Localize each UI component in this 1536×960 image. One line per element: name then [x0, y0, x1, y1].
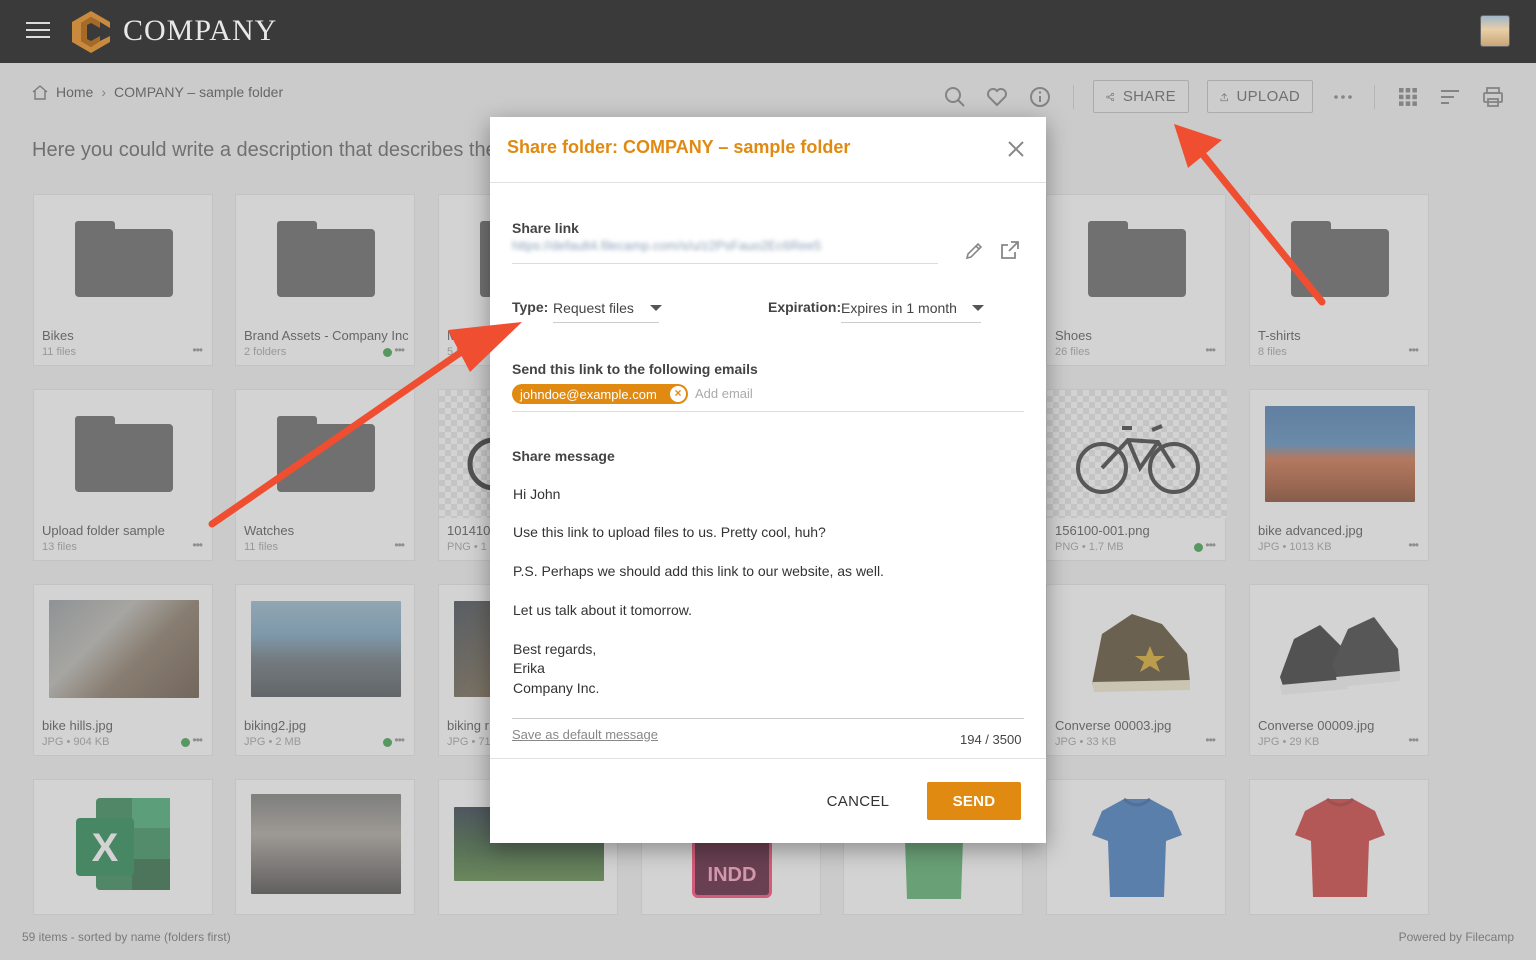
add-email-input[interactable]: Add email [695, 386, 753, 401]
share-link-field[interactable]: https://default4.filecamp.com/s/u/z2PsFa… [512, 238, 852, 253]
share-link-underline [512, 263, 938, 264]
expiration-select-value: Expires in 1 month [841, 300, 957, 316]
brand-name: COMPANY [123, 14, 278, 47]
message-line: Best regards, [513, 641, 597, 657]
type-select-value: Request files [553, 300, 634, 316]
user-avatar[interactable] [1480, 15, 1510, 47]
cancel-button[interactable]: CANCEL [820, 784, 896, 818]
emails-label: Send this link to the following emails [512, 361, 758, 377]
dialog-title: Share folder: COMPANY – sample folder [507, 137, 851, 157]
remove-chip-icon[interactable]: × [670, 386, 686, 402]
expiration-select-underline [841, 322, 981, 323]
expiration-select[interactable]: Expires in 1 month [841, 300, 987, 316]
type-select-underline [553, 322, 659, 323]
message-line: P.S. Perhaps we should add this link to … [513, 563, 884, 579]
dialog-header-divider [490, 182, 1046, 183]
type-label: Type: [512, 299, 549, 315]
send-button[interactable]: SEND [927, 782, 1021, 820]
message-underline [512, 718, 1024, 719]
type-select[interactable]: Request files [553, 300, 662, 316]
dialog-footer-divider [490, 758, 1046, 759]
chevron-down-icon [650, 305, 662, 311]
close-icon[interactable] [1006, 139, 1026, 159]
chevron-down-icon [972, 305, 984, 311]
character-counter: 194 / 3500 [960, 732, 1022, 747]
share-link-label: Share link [512, 220, 579, 236]
email-chip-label: johndoe@example.com [520, 386, 657, 402]
open-external-icon[interactable] [999, 239, 1021, 261]
message-line: Erika [513, 660, 545, 676]
email-chip[interactable]: johndoe@example.com × [512, 384, 688, 404]
top-bar: COMPANY [0, 0, 1536, 63]
email-field-underline [512, 411, 1024, 412]
expiration-label: Expiration: [768, 299, 842, 315]
message-line: Use this link to upload files to us. Pre… [513, 524, 826, 540]
message-line: Hi John [513, 486, 561, 502]
company-logo-icon [72, 11, 110, 53]
pencil-icon[interactable] [963, 240, 985, 262]
share-message-label: Share message [512, 448, 615, 464]
message-line: Let us talk about it tomorrow. [513, 602, 692, 618]
hamburger-menu-icon[interactable] [26, 22, 50, 42]
share-folder-dialog: Share folder: COMPANY – sample folder Sh… [490, 117, 1046, 843]
save-default-message-link[interactable]: Save as default message [512, 727, 658, 742]
message-line: Company Inc. [513, 680, 600, 696]
